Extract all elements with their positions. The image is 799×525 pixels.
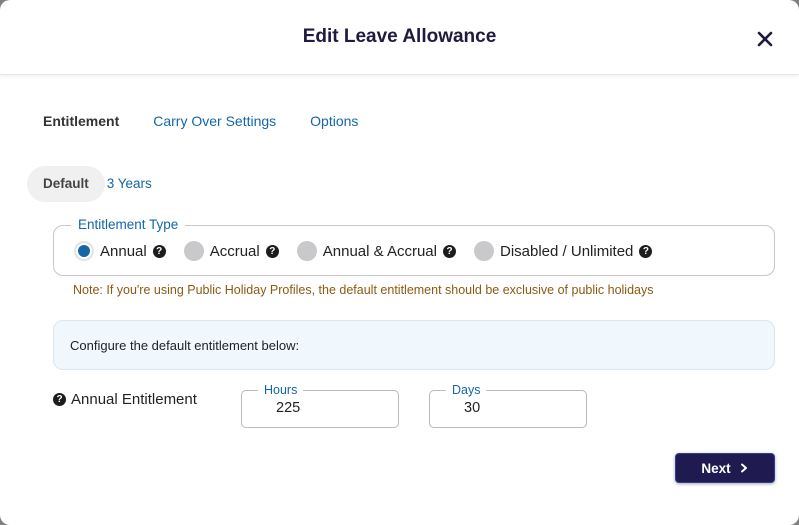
info-box: Configure the default entitlement below: — [53, 320, 775, 370]
annual-entitlement-text: Annual Entitlement — [71, 391, 197, 408]
days-field: Days — [429, 383, 587, 428]
radio-annual[interactable] — [74, 241, 94, 261]
annual-entitlement-label: ? Annual Entitlement — [53, 391, 197, 408]
close-icon — [757, 31, 773, 47]
tab-options[interactable]: Options — [310, 113, 358, 129]
edit-leave-allowance-modal: Edit Leave Allowance Entitlement Carry O… — [0, 0, 799, 525]
question-circle-icon[interactable]: ? — [443, 244, 456, 258]
modal-title: Edit Leave Allowance — [302, 26, 497, 47]
subtab-default[interactable]: Default — [27, 166, 105, 202]
radio-option-annual-accrual[interactable]: Annual & Accrual ? — [296, 241, 456, 261]
hours-label: Hours — [258, 383, 304, 397]
radio-annual-accrual-label: Annual & Accrual — [322, 242, 437, 260]
tab-entitlement[interactable]: Entitlement — [43, 113, 119, 129]
hours-field: Hours — [241, 383, 399, 428]
question-circle-icon[interactable]: ? — [53, 393, 66, 406]
radio-option-annual[interactable]: Annual ? — [74, 241, 166, 261]
main-tabs: Entitlement Carry Over Settings Options — [43, 113, 392, 129]
tab-carry-over-settings[interactable]: Carry Over Settings — [153, 113, 276, 129]
days-label: Days — [446, 383, 487, 397]
radio-option-accrual[interactable]: Accrual ? — [183, 241, 279, 261]
question-circle-icon[interactable]: ? — [639, 244, 653, 258]
radio-annual-label: Annual — [100, 242, 147, 260]
chevron-right-icon — [740, 463, 747, 473]
public-holiday-note: Note: If you're using Public Holiday Pro… — [73, 283, 654, 297]
info-text: Configure the default entitlement below: — [70, 338, 300, 353]
question-circle-icon[interactable]: ? — [152, 244, 166, 258]
entitlement-type-legend: Entitlement Type — [71, 217, 186, 233]
radio-accrual[interactable] — [183, 241, 204, 261]
radio-disabled-unlimited-label: Disabled / Unlimited — [500, 242, 634, 260]
entitlement-subtabs: Default 3 Years — [27, 166, 168, 202]
subtab-3-years[interactable]: 3 Years — [105, 166, 168, 202]
hours-input[interactable] — [243, 399, 393, 417]
entitlement-type-options: Annual ? Accrual ? Annual & Accrual ? Di… — [74, 241, 670, 261]
next-button-label: Next — [701, 460, 731, 476]
radio-accrual-label: Accrual — [209, 242, 260, 260]
page: Edit Leave Allowance Entitlement Carry O… — [0, 0, 799, 525]
radio-option-disabled-unlimited[interactable]: Disabled / Unlimited ? — [474, 241, 653, 261]
days-input[interactable] — [431, 399, 581, 417]
next-button[interactable]: Next — [675, 453, 775, 483]
question-circle-icon[interactable]: ? — [265, 244, 279, 258]
close-button[interactable] — [753, 27, 777, 51]
radio-annual-accrual[interactable] — [296, 241, 317, 261]
entitlement-type-group: Entitlement Type Annual ? Accrual ? Annu… — [53, 217, 775, 276]
radio-disabled-unlimited[interactable] — [474, 241, 494, 261]
modal-header: Edit Leave Allowance — [0, 0, 799, 75]
